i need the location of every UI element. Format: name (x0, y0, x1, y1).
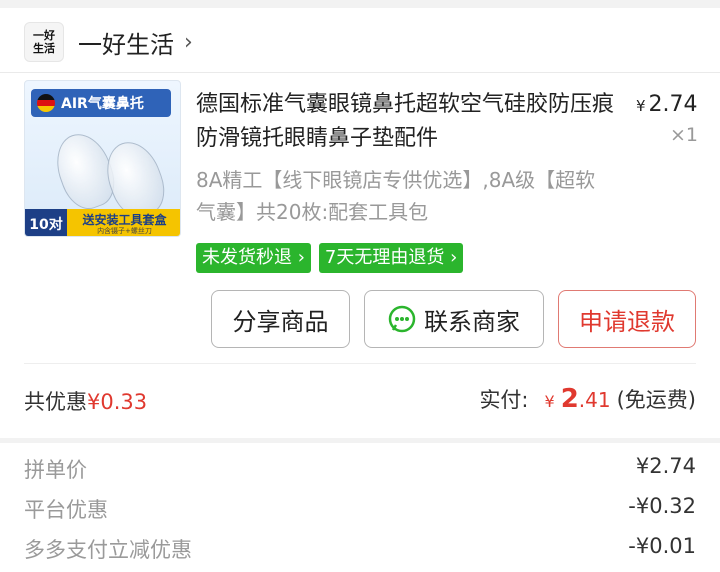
flag-icon (37, 94, 55, 112)
detail-label: 多多支付立减优惠 (24, 538, 192, 562)
gift-text: 送安装工具套盒 (82, 212, 167, 227)
detail-row: 多多支付立减优惠 -¥0.01 (24, 534, 696, 564)
divider (24, 363, 696, 364)
tag-seven-day-return[interactable]: 7天无理由退货 › (318, 243, 464, 273)
product-quantity: ×1 (670, 124, 699, 146)
tag-instant-refund[interactable]: 未发货秒退 › (196, 243, 311, 273)
gift-banner: 送安装工具套盒 内含镊子+螺丝刀 (67, 209, 180, 236)
refund-button[interactable]: 申请退款 (558, 290, 696, 348)
image-banner: AIR气囊鼻托 (31, 89, 171, 117)
currency-symbol: ¥ (636, 97, 646, 115)
order-card: 一好 生活 一好生活 › AIR气囊鼻托 10对 送安装工具套盒 内含镊子+螺丝… (0, 8, 720, 572)
detail-value: -¥0.01 (628, 534, 696, 558)
detail-label: 平台优惠 (24, 498, 108, 522)
divider (0, 72, 720, 73)
chevron-right-icon: › (184, 29, 193, 55)
detail-row: 拼单价 ¥2.74 (24, 454, 696, 484)
product-spec[interactable]: 8A精工【线下眼镜店专供优选】,8A级【超软气囊】共20枚:配套工具包 (196, 164, 606, 228)
detail-value: ¥2.74 (635, 454, 696, 478)
shipping-note: (免运费) (616, 388, 696, 412)
paid-fraction: .41 (578, 388, 611, 412)
product-price: ¥2.74 (636, 92, 698, 117)
image-banner-text: AIR气囊鼻托 (61, 96, 144, 112)
shop-name[interactable]: 一好生活 (78, 25, 174, 60)
gift-subtext: 内含镊子+螺丝刀 (97, 226, 152, 235)
share-button[interactable]: 分享商品 (211, 290, 350, 348)
chat-icon (388, 305, 416, 333)
discount-label: 共优惠 (24, 390, 87, 414)
product-title[interactable]: 德国标准气囊眼镜鼻托超软空气硅胶防压痕防滑镜托眼睛鼻子垫配件 (196, 88, 614, 156)
shop-logo-text: 生活 (33, 42, 55, 55)
discount-amount: ¥0.33 (87, 390, 148, 414)
detail-row: 平台优惠 -¥0.32 (24, 494, 696, 524)
paid-integer: 2 (560, 384, 579, 414)
contact-seller-button[interactable]: 联系商家 (364, 290, 544, 348)
contact-label: 联系商家 (424, 307, 520, 336)
product-image[interactable]: AIR气囊鼻托 10对 送安装工具套盒 内含镊子+螺丝刀 (24, 80, 181, 237)
shop-logo: 一好 生活 (24, 22, 64, 62)
price-value: 2.74 (648, 92, 698, 117)
paid-label: 实付: (479, 388, 529, 412)
detail-value: -¥0.32 (628, 494, 696, 518)
detail-label: 拼单价 (24, 458, 87, 482)
count-badge: 10对 (25, 209, 67, 236)
section-separator (0, 438, 720, 443)
paid-currency: ¥ (544, 392, 555, 411)
amount-paid: 实付: ¥ 2 .41 (免运费) (479, 384, 696, 414)
service-tags: 未发货秒退 › 7天无理由退货 › (196, 243, 464, 273)
shop-logo-text: 一好 (33, 29, 55, 42)
total-discount: 共优惠¥0.33 (24, 386, 147, 416)
shop-header[interactable]: 一好 生活 一好生活 › (24, 22, 193, 62)
image-footer: 10对 送安装工具套盒 内含镊子+螺丝刀 (25, 209, 180, 236)
